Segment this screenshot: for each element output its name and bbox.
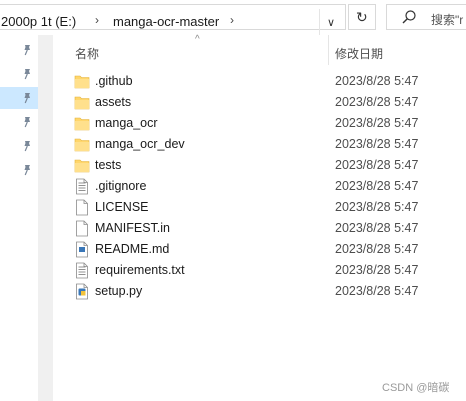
pin-icon	[24, 141, 30, 152]
file-row[interactable]: .github 2023/8/28 5:47	[53, 71, 466, 92]
file-modified-date: 2023/8/28 5:47	[335, 200, 419, 214]
file-modified-date: 2023/8/28 5:47	[335, 137, 419, 151]
quick-access-item[interactable]	[0, 111, 38, 133]
column-header-name[interactable]: 名称	[75, 45, 99, 62]
file-modified-date: 2023/8/28 5:47	[335, 95, 419, 109]
file-modified-date: 2023/8/28 5:47	[335, 263, 419, 277]
file-row[interactable]: setup.py 2023/8/28 5:47	[53, 281, 466, 302]
pin-icon	[24, 165, 30, 176]
file-name: manga_ocr	[95, 116, 158, 130]
search-input[interactable]: 搜索"r	[431, 11, 463, 28]
navigation-scrollbar[interactable]	[38, 35, 53, 401]
file-name: .gitignore	[95, 179, 147, 193]
file-row[interactable]: manga_ocr_dev 2023/8/28 5:47	[53, 134, 466, 155]
python-file-icon	[76, 283, 88, 300]
file-name: README.md	[95, 242, 170, 256]
file-name: .github	[95, 74, 133, 88]
pin-icon	[24, 45, 30, 56]
file-icon	[76, 199, 88, 216]
file-row[interactable]: tests 2023/8/28 5:47	[53, 155, 466, 176]
breadcrumb-separator-icon[interactable]: ›	[230, 13, 234, 27]
breadcrumb-separator-icon[interactable]: ›	[95, 13, 99, 27]
address-bar[interactable]: 2000p 1t (E:) › manga-ocr-master › ∨	[0, 4, 346, 35]
refresh-icon: ↻	[356, 9, 368, 25]
file-name: assets	[95, 95, 132, 109]
file-modified-date: 2023/8/28 5:47	[335, 158, 419, 172]
file-modified-date: 2023/8/28 5:47	[335, 221, 419, 235]
file-row[interactable]: manga_ocr 2023/8/28 5:47	[53, 113, 466, 134]
folder-icon	[74, 96, 90, 110]
watermark: CSDN @暗碳	[382, 382, 450, 394]
search-box[interactable]: 搜索"r	[386, 4, 466, 30]
search-icon	[402, 10, 416, 24]
pin-icon	[24, 93, 30, 104]
file-modified-date: 2023/8/28 5:47	[335, 179, 419, 193]
quick-access-item[interactable]	[0, 87, 38, 109]
text-file-icon	[76, 262, 88, 279]
column-header: ^ 名称 修改日期	[53, 34, 466, 65]
folder-icon	[74, 159, 90, 173]
file-row[interactable]: README.md 2023/8/28 5:47	[53, 239, 466, 260]
quick-access-item[interactable]	[0, 39, 38, 61]
column-header-date[interactable]: 修改日期	[335, 45, 383, 62]
pin-icon	[24, 117, 30, 128]
refresh-button[interactable]: ↻	[348, 4, 376, 30]
text-file-icon	[76, 178, 88, 195]
file-name: manga_ocr_dev	[95, 137, 185, 151]
address-bar-row: 2000p 1t (E:) › manga-ocr-master › ∨ ↻ 搜…	[0, 0, 466, 35]
file-row[interactable]: requirements.txt 2023/8/28 5:47	[53, 260, 466, 281]
file-modified-date: 2023/8/28 5:47	[335, 284, 419, 298]
breadcrumb-folder[interactable]: manga-ocr-master	[113, 14, 219, 29]
quick-access-item[interactable]	[0, 63, 38, 85]
file-name: requirements.txt	[95, 263, 185, 277]
navigation-pane	[0, 35, 38, 401]
folder-icon	[74, 117, 90, 131]
quick-access-item[interactable]	[0, 135, 38, 157]
file-modified-date: 2023/8/28 5:47	[335, 74, 419, 88]
chevron-down-icon: ∨	[327, 17, 336, 29]
folder-icon	[74, 138, 90, 152]
file-row[interactable]: assets 2023/8/28 5:47	[53, 92, 466, 113]
folder-icon	[74, 75, 90, 89]
file-name: MANIFEST.in	[95, 221, 171, 235]
pin-icon	[24, 69, 30, 80]
markdown-file-icon	[76, 241, 88, 258]
quick-access-item[interactable]	[0, 159, 38, 181]
file-row[interactable]: LICENSE 2023/8/28 5:47	[53, 197, 466, 218]
sort-ascending-icon: ^	[195, 34, 200, 45]
file-icon	[76, 220, 88, 237]
file-name: tests	[95, 158, 122, 172]
file-row[interactable]: MANIFEST.in 2023/8/28 5:47	[53, 218, 466, 239]
file-modified-date: 2023/8/28 5:47	[335, 242, 419, 256]
file-name: setup.py	[95, 284, 143, 298]
address-dropdown-button[interactable]: ∨	[319, 9, 346, 35]
breadcrumb-drive[interactable]: 2000p 1t (E:)	[1, 14, 76, 29]
file-modified-date: 2023/8/28 5:47	[335, 116, 419, 130]
column-divider[interactable]	[328, 35, 329, 65]
file-name: LICENSE	[95, 200, 149, 214]
file-row[interactable]: .gitignore 2023/8/28 5:47	[53, 176, 466, 197]
